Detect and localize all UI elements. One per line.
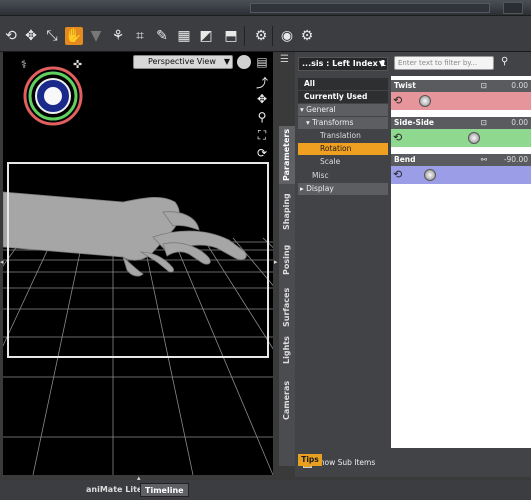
- slider-knob[interactable]: [419, 95, 431, 107]
- collapse-left-arrow[interactable]: ◂: [0, 258, 4, 266]
- tab-surfaces[interactable]: Surfaces: [279, 282, 295, 332]
- tree-rotation[interactable]: Rotation: [298, 143, 388, 155]
- tab-posing[interactable]: Posing: [279, 238, 295, 282]
- main-toolbar: ⟲ ✥ ⤡ ✋ ▼ ⚘ ⌗ ✎ ▦ ◩ ⬒ ⚙ ◉ ⚙: [0, 16, 531, 52]
- orbit-icon[interactable]: ⟳: [255, 146, 269, 160]
- render-icon[interactable]: ⬒: [222, 27, 240, 45]
- pan-icon[interactable]: ✥: [255, 92, 269, 106]
- tree-general[interactable]: ▾ General: [298, 104, 388, 116]
- shading-sphere-icon[interactable]: [237, 55, 251, 69]
- slider-knob[interactable]: [424, 169, 436, 181]
- camera-settings-icon[interactable]: ⚙: [298, 27, 316, 45]
- filter-placeholder: Enter text to filter by...: [398, 59, 478, 67]
- bend-slider[interactable]: ⟲: [391, 166, 531, 184]
- tree-currently-used[interactable]: Currently Used: [298, 91, 388, 103]
- param-bend: Bend ⚯ -90.00 ⟲: [391, 154, 531, 190]
- param-value[interactable]: 0.00: [511, 80, 528, 92]
- tips-tab[interactable]: Tips: [298, 454, 322, 466]
- translate-icon[interactable]: ✥: [22, 27, 40, 45]
- search-icon[interactable]: ⚲: [501, 56, 508, 67]
- paint-bucket-icon[interactable]: ◩: [197, 27, 215, 45]
- property-tree: All Currently Used ▾ General ▾ Transform…: [298, 76, 388, 476]
- reset-icon[interactable]: ⟲: [393, 131, 402, 144]
- limit-icon[interactable]: ⚯: [481, 154, 487, 166]
- tab-shaping[interactable]: Shaping: [279, 188, 295, 236]
- param-value[interactable]: -90.00: [504, 154, 528, 166]
- view-gizmo[interactable]: [23, 66, 83, 126]
- tab-lights[interactable]: Lights: [279, 330, 295, 370]
- tab-animate-lite[interactable]: aniMate Lite: [82, 483, 146, 497]
- lock-icon[interactable]: ⊡: [481, 117, 487, 129]
- scale-icon[interactable]: ⤡: [43, 27, 61, 45]
- window-selector[interactable]: [250, 3, 490, 13]
- lock-icon[interactable]: ⊡: [481, 80, 487, 92]
- tree-display[interactable]: ▸ Display: [298, 183, 388, 195]
- tree-translation[interactable]: Translation: [298, 130, 388, 142]
- triangle-dropdown-icon[interactable]: ▼: [87, 27, 105, 45]
- node-weight-icon[interactable]: ⚘: [109, 27, 127, 45]
- rotate-icon[interactable]: ⟲: [2, 27, 20, 45]
- tree-transforms[interactable]: ▾ Transforms: [298, 117, 388, 129]
- viewport-options-icon[interactable]: ▤: [255, 55, 269, 69]
- tab-cameras[interactable]: Cameras: [279, 372, 295, 428]
- node-label: ...sis : Left Index 1: [302, 59, 387, 68]
- joint-editor-icon[interactable]: ✋: [65, 27, 83, 45]
- menu-strip: [0, 0, 531, 16]
- filter-input[interactable]: Enter text to filter by...: [394, 56, 494, 70]
- geometry-editor-icon[interactable]: ⌗: [131, 27, 149, 45]
- node-selector[interactable]: ...sis : Left Index 1 ▼: [298, 57, 388, 71]
- surface-selection-icon[interactable]: ✎: [153, 27, 171, 45]
- render-settings-icon[interactable]: ⚙: [252, 27, 270, 45]
- tree-misc[interactable]: Misc: [298, 170, 388, 182]
- param-side-side: Side-Side ⊡ 0.00 ⟲: [391, 117, 531, 153]
- camera-frame: [7, 162, 269, 358]
- twist-slider[interactable]: ⟲: [391, 92, 531, 110]
- param-twist: Twist ⊡ 0.00 ⟲: [391, 80, 531, 116]
- figure-icon[interactable]: ⚕: [21, 58, 27, 71]
- tab-parameters[interactable]: Parameters: [279, 126, 295, 184]
- side-side-slider[interactable]: ⟲: [391, 129, 531, 147]
- lift-figure-icon[interactable]: ⤴: [255, 74, 269, 91]
- pin-icon[interactable]: ✜: [73, 58, 82, 71]
- camera-dropdown-arrow: ▼: [223, 57, 230, 66]
- zoom-icon[interactable]: ⚲: [255, 110, 269, 124]
- camera-icon[interactable]: ◉: [278, 27, 296, 45]
- pane-menu-icon[interactable]: ☰: [280, 54, 289, 65]
- reset-icon[interactable]: ⟲: [393, 94, 402, 107]
- bottom-tabs: aniMate Lite Timeline: [0, 480, 531, 500]
- node-dropdown-arrow: ▼: [378, 59, 385, 68]
- pane-tabs: Parameters Shaping Posing Surfaces Light…: [279, 126, 295, 466]
- parameters-pane: ...sis : Left Index 1 ▼ Enter text to fi…: [295, 52, 531, 477]
- tree-scale[interactable]: Scale: [298, 156, 388, 168]
- frame-icon[interactable]: ⛶: [255, 128, 269, 143]
- 3d-viewport[interactable]: ⚕ ✜ Perspective View ▼ ▤ ⤴ ✥ ⚲ ⛶ ⟳: [3, 52, 273, 475]
- slider-knob[interactable]: [468, 132, 480, 144]
- collapse-right-arrow[interactable]: ▸: [274, 258, 278, 266]
- region-navigator-icon[interactable]: ▦: [175, 27, 193, 45]
- parameter-list: Twist ⊡ 0.00 ⟲ Side-Side ⊡ 0.00 ⟲ Bend ⚯ -90.0…: [391, 76, 531, 448]
- reset-icon[interactable]: ⟲: [393, 168, 402, 181]
- param-value[interactable]: 0.00: [511, 117, 528, 129]
- window-control[interactable]: [503, 2, 523, 14]
- camera-selector[interactable]: Perspective View ▼: [133, 55, 233, 69]
- camera-label: Perspective View: [148, 57, 216, 66]
- tab-timeline[interactable]: Timeline: [140, 483, 189, 497]
- tree-all[interactable]: All: [298, 78, 388, 90]
